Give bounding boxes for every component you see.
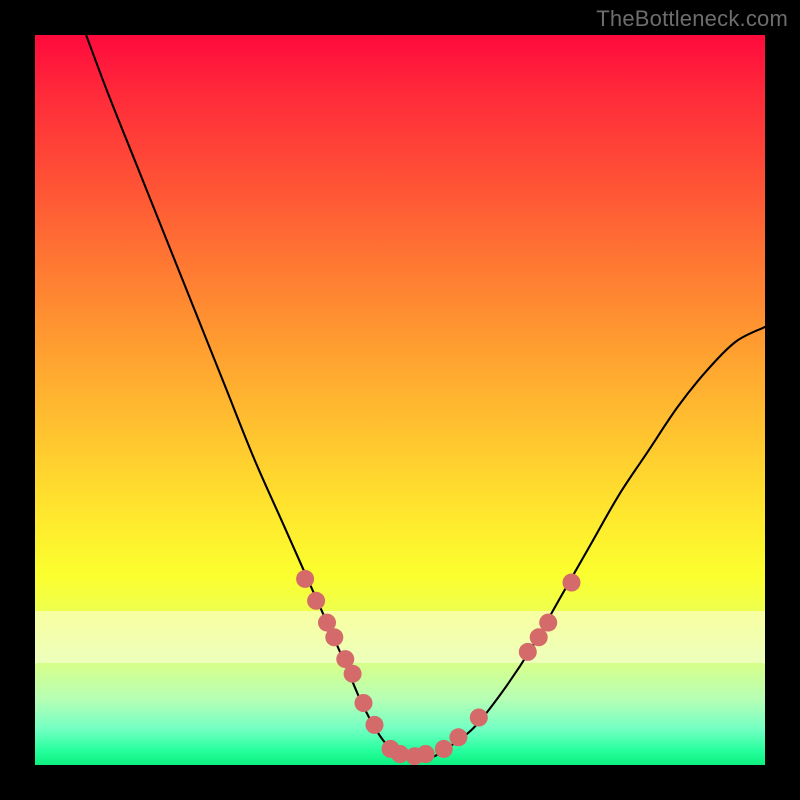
highlight-dot	[539, 614, 557, 632]
highlight-dot	[344, 665, 362, 683]
highlight-dot	[296, 570, 314, 588]
highlight-dot	[355, 694, 373, 712]
highlight-dot	[417, 745, 435, 763]
highlight-dot	[307, 592, 325, 610]
highlight-dot	[435, 740, 453, 758]
highlight-dot	[519, 643, 537, 661]
highlight-dot	[325, 628, 343, 646]
highlight-dot	[470, 709, 488, 727]
bottleneck-curve	[86, 35, 765, 759]
curve-layer	[35, 35, 765, 765]
highlight-dot	[366, 716, 384, 734]
highlight-dot	[449, 728, 467, 746]
watermark-text: TheBottleneck.com	[596, 6, 788, 32]
chart-stage: TheBottleneck.com	[0, 0, 800, 800]
highlight-dots	[296, 570, 580, 765]
highlight-dot	[563, 574, 581, 592]
plot-area	[35, 35, 765, 765]
